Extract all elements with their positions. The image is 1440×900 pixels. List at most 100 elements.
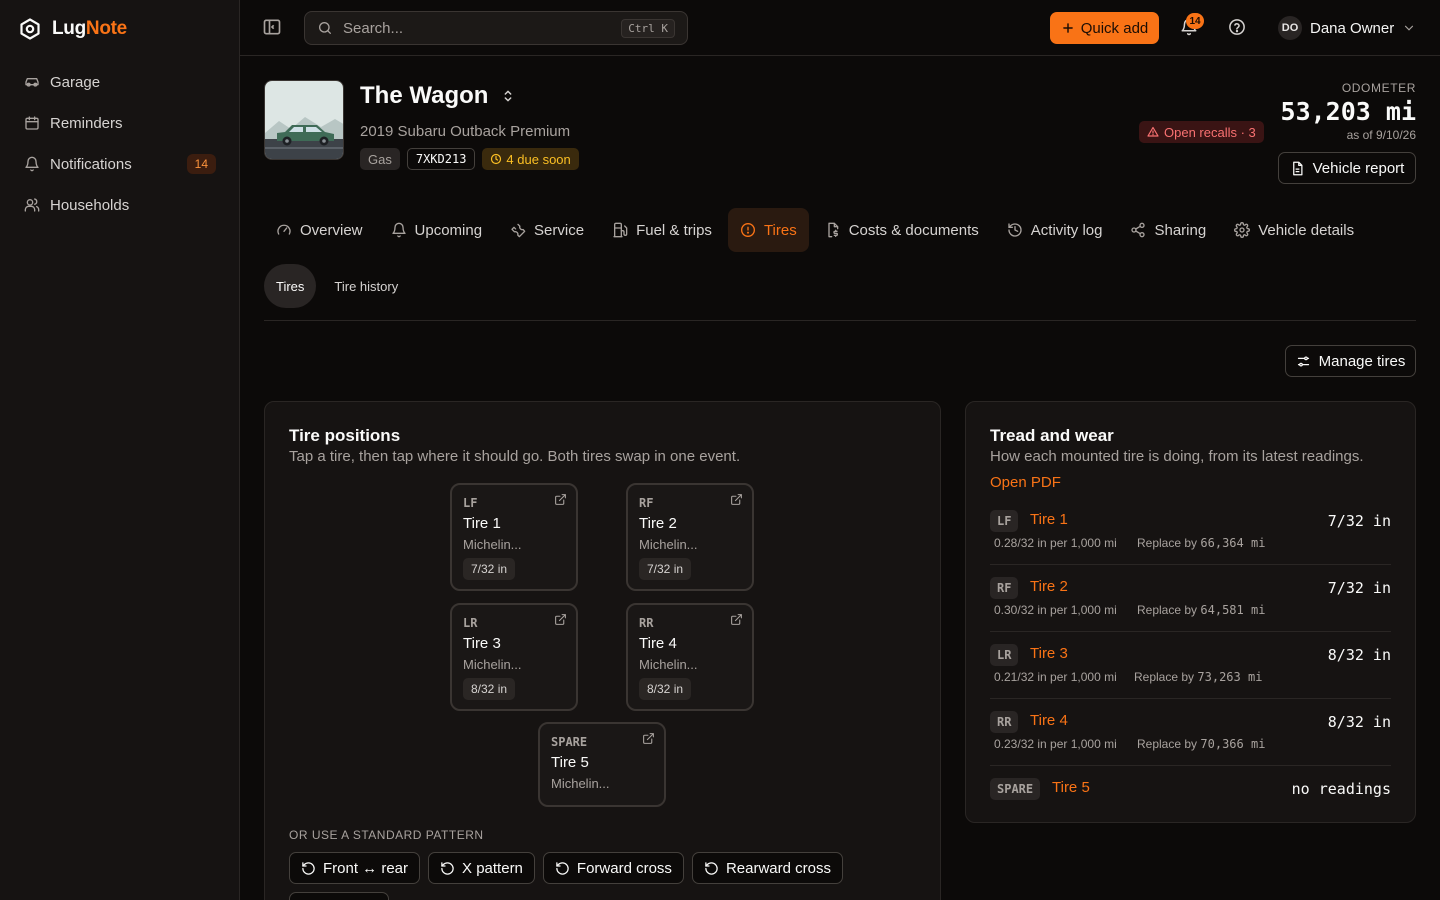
tab-service[interactable]: Service bbox=[498, 208, 596, 252]
tread-row: SPARE Tire 5 no readings bbox=[990, 766, 1391, 833]
tab-label: Vehicle details bbox=[1258, 221, 1355, 239]
external-link-icon[interactable] bbox=[554, 493, 567, 506]
recalls-label: Open recalls · 3 bbox=[1164, 124, 1256, 140]
external-link-icon[interactable] bbox=[730, 613, 743, 626]
fuel-badge: Gas bbox=[360, 148, 400, 170]
brand[interactable]: LugNote bbox=[18, 17, 127, 41]
pattern-x-button[interactable]: X pattern bbox=[428, 852, 535, 884]
subtab-tire-history[interactable]: Tire history bbox=[322, 264, 410, 308]
tread-depth-badge: 8/32 in bbox=[463, 678, 516, 700]
tab-label: Overview bbox=[300, 221, 363, 239]
search-icon bbox=[317, 20, 333, 36]
tab-overview[interactable]: Overview bbox=[264, 208, 375, 252]
avatar: DO bbox=[1278, 16, 1302, 40]
tab-fuel-trips[interactable]: Fuel & trips bbox=[600, 208, 724, 252]
pattern-forward-cross-button[interactable]: Forward cross bbox=[542, 852, 684, 884]
tab-upcoming[interactable]: Upcoming bbox=[379, 208, 495, 252]
wear-rate: 0.21/32 in per 1,000 mi bbox=[994, 670, 1117, 684]
calendar-icon bbox=[24, 115, 40, 131]
manage-tires-button[interactable]: Manage tires bbox=[1285, 345, 1416, 377]
tire-name: Tire 2 bbox=[639, 515, 677, 532]
user-menu[interactable]: DO Dana Owner bbox=[1278, 16, 1416, 40]
rotation-patterns: Front ↔ rear X pattern Forward cross Rea… bbox=[289, 852, 843, 884]
warning-icon bbox=[1147, 126, 1159, 138]
tire-link[interactable]: Tire 2 bbox=[1030, 578, 1068, 595]
notifications-badge: 14 bbox=[1186, 13, 1204, 29]
replace-by: Replace by 66,364 mi bbox=[1137, 536, 1266, 550]
tab-costs-documents[interactable]: Costs & documents bbox=[813, 208, 991, 252]
tire-positions-card: Tire positions Tap a tire, then tap wher… bbox=[264, 401, 941, 900]
pattern-label: X pattern bbox=[462, 859, 523, 877]
external-link-icon[interactable] bbox=[730, 493, 743, 506]
bell-icon bbox=[24, 156, 40, 172]
tire-card-rf[interactable]: RF Tire 2 Michelin... 7/32 in bbox=[626, 483, 754, 591]
sidebar-item-households[interactable]: Households bbox=[12, 185, 228, 225]
card-title: Tire positions bbox=[289, 426, 401, 445]
tire-card-rr[interactable]: RR Tire 4 Michelin... 8/32 in bbox=[626, 603, 754, 711]
wear-rate: 0.30/32 in per 1,000 mi bbox=[994, 603, 1117, 617]
tire-link[interactable]: Tire 4 bbox=[1030, 712, 1068, 729]
logo-icon bbox=[18, 17, 42, 41]
pattern-label: OR USE A STANDARD PATTERN bbox=[289, 828, 484, 842]
gear-icon bbox=[1234, 222, 1251, 238]
card-description: Tap a tire, then tap where it should go.… bbox=[289, 448, 741, 465]
tire-name: Tire 4 bbox=[639, 635, 677, 652]
tire-position: SPARE bbox=[551, 735, 588, 749]
pattern-front-rear-button[interactable]: Front ↔ rear bbox=[289, 852, 421, 884]
sidebar-item-notifications[interactable]: Notifications 14 bbox=[12, 144, 228, 184]
share-icon bbox=[1130, 222, 1146, 238]
chevron-down-icon bbox=[1402, 21, 1416, 35]
tread-row: LR Tire 3 8/32 in 0.21/32 in per 1,000 m… bbox=[990, 632, 1391, 699]
sidebar-nav: Garage Reminders Notifications 14 Househ… bbox=[12, 62, 228, 226]
user-name: Dana Owner bbox=[1310, 19, 1395, 37]
sidebar-toggle-icon[interactable] bbox=[262, 17, 282, 37]
divider bbox=[264, 320, 1416, 321]
external-link-icon[interactable] bbox=[642, 732, 655, 745]
bell-icon bbox=[391, 222, 407, 238]
car-icon bbox=[24, 74, 40, 90]
tab-vehicle-details[interactable]: Vehicle details bbox=[1222, 208, 1366, 252]
subtab-tires[interactable]: Tires bbox=[264, 264, 317, 308]
tire-card-spare[interactable]: SPARE Tire 5 Michelin... bbox=[538, 722, 666, 807]
pattern-rearward-cross-button[interactable]: Rearward cross bbox=[691, 852, 843, 884]
tread-depth: 7/32 in bbox=[1327, 579, 1391, 597]
sidebar-item-garage[interactable]: Garage bbox=[12, 62, 228, 102]
pattern-label: Forward cross bbox=[576, 859, 672, 877]
recalls-badge[interactable]: Open recalls · 3 bbox=[1139, 121, 1264, 143]
tire-brand: Michelin... bbox=[463, 537, 522, 552]
vehicle-title: The Wagon bbox=[360, 82, 516, 110]
tires-subtabs: Tires Tire history bbox=[264, 264, 410, 308]
tire-link[interactable]: Tire 5 bbox=[1052, 779, 1090, 796]
tire-link[interactable]: Tire 3 bbox=[1030, 645, 1068, 662]
tire-brand: Michelin... bbox=[639, 537, 698, 552]
tire-position: LR bbox=[463, 616, 478, 630]
topbar: Ctrl K Quick add 14 DO Dana Owner bbox=[240, 0, 1440, 56]
tread-depth: 8/32 in bbox=[1327, 713, 1391, 731]
pattern-label: Front ↔ rear bbox=[323, 859, 409, 877]
search-box[interactable]: Ctrl K bbox=[304, 11, 688, 45]
help-icon[interactable] bbox=[1228, 18, 1246, 36]
replace-by: Replace by 70,366 mi bbox=[1137, 737, 1266, 751]
tire-icon bbox=[740, 222, 756, 238]
sidebar-item-reminders[interactable]: Reminders bbox=[12, 103, 228, 143]
tire-link[interactable]: Tire 1 bbox=[1030, 511, 1068, 528]
tab-tires[interactable]: Tires bbox=[727, 208, 809, 252]
quick-add-label: Quick add bbox=[1080, 19, 1149, 37]
users-icon bbox=[24, 197, 40, 213]
open-pdf-link[interactable]: Open PDF bbox=[990, 474, 1061, 491]
tab-label: Service bbox=[534, 221, 585, 239]
vehicle-report-button[interactable]: Vehicle report bbox=[1278, 152, 1416, 184]
search-input[interactable] bbox=[343, 19, 612, 37]
pattern-more-button[interactable] bbox=[289, 892, 389, 900]
tab-activity-log[interactable]: Activity log bbox=[995, 208, 1115, 252]
tire-card-lf[interactable]: LF Tire 1 Michelin... 7/32 in bbox=[450, 483, 578, 591]
quick-add-button[interactable]: Quick add bbox=[1050, 12, 1159, 44]
card-description: How each mounted tire is doing, from its… bbox=[990, 448, 1364, 465]
due-soon-badge[interactable]: 4 due soon bbox=[482, 148, 579, 170]
external-link-icon[interactable] bbox=[554, 613, 567, 626]
sidebar-item-label: Households bbox=[50, 196, 130, 214]
tab-sharing[interactable]: Sharing bbox=[1118, 208, 1218, 252]
vehicle-switcher-icon[interactable] bbox=[500, 88, 516, 104]
tire-name: Tire 5 bbox=[551, 754, 589, 771]
tire-card-lr[interactable]: LR Tire 3 Michelin... 8/32 in bbox=[450, 603, 578, 711]
